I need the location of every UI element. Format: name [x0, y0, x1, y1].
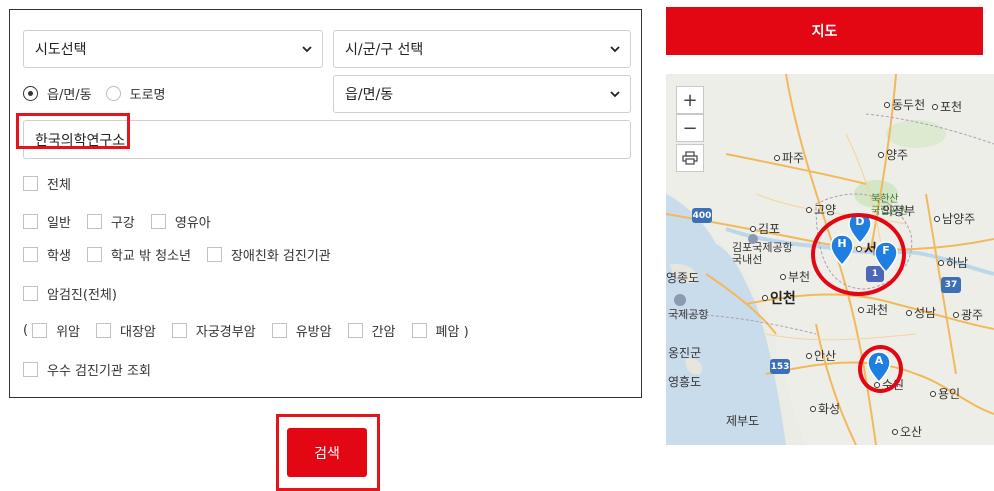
chevron-down-icon — [610, 44, 620, 54]
place-hanam: 하남 — [938, 254, 968, 271]
cervical-cancer-label: 자궁경부암 — [195, 325, 256, 340]
radio-road[interactable] — [105, 86, 121, 101]
sigungu-select-value: 시/군/구 선택 — [345, 42, 424, 58]
place-yeongjongdo: 영종도 — [666, 271, 700, 285]
place-yongin: 용인 — [930, 385, 960, 402]
search-button[interactable]: 검색 — [287, 428, 367, 477]
radio-emd-label: 읍/면/동 — [47, 88, 92, 103]
cancer-all-checkbox-label: 암검진(전체) — [47, 288, 117, 303]
place-bucheon: 부천 — [780, 268, 810, 285]
place-paju: 파주 — [774, 149, 804, 166]
breast-cancer-label: 유방암 — [295, 325, 332, 340]
search-input[interactable] — [35, 131, 630, 148]
marker-a-highlight — [858, 345, 903, 393]
place-gwacheon: 과천 — [858, 301, 888, 318]
place-domestic: 국내선 — [732, 253, 763, 266]
marker-cluster-highlight — [811, 213, 906, 296]
place-pocheon: 포천 — [932, 98, 962, 115]
student-checkbox[interactable] — [23, 247, 38, 262]
lung-cancer-checkbox[interactable] — [411, 323, 427, 338]
place-seongnam: 성남 — [906, 304, 936, 321]
checkbox-row-excellent: 우수 검진기관 조회 — [23, 360, 167, 379]
breast-cancer-checkbox[interactable] — [271, 323, 287, 338]
excellent-checkbox-label: 우수 검진기관 조회 — [47, 364, 151, 379]
map-view[interactable]: 동두천 포천 파주 양주 북한산 국립공원 고양 의정부 남양주 김포 김포국제… — [666, 74, 994, 445]
disability-checkbox[interactable] — [206, 247, 222, 262]
stomach-cancer-checkbox[interactable] — [32, 323, 48, 338]
place-airport: 국제공항 — [668, 308, 709, 321]
all-checkbox[interactable] — [23, 176, 38, 191]
lung-cancer-label: 폐암 ) — [435, 325, 469, 340]
oral-checkbox[interactable] — [86, 214, 102, 229]
general-checkbox-label: 일반 — [47, 216, 71, 231]
place-yeongheungdo: 영흥도 — [668, 375, 702, 389]
printer-icon — [682, 151, 698, 165]
checkbox-row-all: 전체 — [23, 174, 87, 193]
address-type-radio-group: 읍/면/동 도로명 — [23, 84, 180, 103]
place-yangju: 양주 — [878, 146, 908, 163]
cervical-cancer-checkbox[interactable] — [171, 323, 187, 338]
place-gwangju: 광주 — [953, 306, 983, 323]
liver-cancer-checkbox[interactable] — [347, 323, 363, 338]
outofschool-checkbox[interactable] — [86, 247, 102, 262]
place-goyang: 고양 — [806, 201, 836, 218]
sido-select[interactable]: 시도선택 — [23, 30, 323, 68]
chevron-down-icon — [610, 89, 620, 99]
disability-checkbox-label: 장애친화 검진기관 — [230, 249, 331, 264]
place-dongducheon: 동두천 — [884, 96, 925, 113]
place-incheon: 인천 — [762, 288, 796, 308]
paren-open: ( — [23, 323, 29, 338]
student-checkbox-label: 학생 — [47, 249, 71, 264]
airport-icon — [748, 234, 758, 244]
checkbox-row-cancer-types: ( 위암 대장암 자궁경부암 유방암 간암 폐암 ) — [23, 321, 485, 340]
sigungu-select[interactable]: 시/군/구 선택 — [333, 30, 631, 68]
radio-road-label: 도로명 — [129, 88, 166, 103]
infant-checkbox[interactable] — [150, 214, 166, 229]
checkbox-row-student: 학생 학교 밖 청소년 장애친화 검진기관 — [23, 245, 347, 264]
place-namyangju: 남양주 — [934, 210, 975, 227]
all-checkbox-label: 전체 — [47, 178, 71, 193]
colon-cancer-label: 대장암 — [120, 325, 156, 340]
sido-select-value: 시도선택 — [35, 42, 87, 58]
checkbox-row-general: 일반 구강 영유아 — [23, 212, 227, 231]
search-form-panel: 시도선택 시/군/구 선택 읍/면/동 도로명 읍/면/동 전체 일반 구강 영 — [9, 9, 642, 398]
place-ongjin: 옹진군 — [668, 346, 702, 360]
infant-checkbox-label: 영유아 — [174, 216, 211, 231]
airport-icon — [674, 294, 686, 306]
place-jebudo: 제부도 — [726, 414, 760, 428]
place-ansan: 안산 — [806, 347, 836, 364]
liver-cancer-label: 간암 — [371, 325, 396, 340]
route-400-shield: 400 — [692, 208, 712, 223]
place-osan: 오산 — [892, 423, 922, 440]
chevron-down-icon — [302, 44, 312, 54]
stomach-cancer-label: 위암 — [56, 325, 80, 340]
route-37-shield: 37 — [941, 277, 961, 293]
place-uijeongbu: 의정부 — [882, 204, 916, 218]
general-checkbox[interactable] — [23, 214, 38, 229]
radio-emd[interactable] — [23, 86, 38, 101]
outofschool-checkbox-label: 학교 밖 청소년 — [110, 249, 191, 264]
checkbox-row-cancer-all: 암검진(전체) — [23, 284, 133, 303]
cancer-all-checkbox[interactable] — [23, 286, 38, 301]
search-input-box — [23, 120, 631, 159]
oral-checkbox-label: 구강 — [110, 216, 135, 231]
colon-cancer-checkbox[interactable] — [96, 323, 111, 338]
place-hwaseong: 화성 — [810, 400, 840, 417]
zoom-out-button[interactable]: − — [676, 114, 704, 142]
map-header: 지도 — [666, 7, 983, 55]
print-button[interactable] — [676, 144, 704, 172]
emd-select[interactable]: 읍/면/동 — [333, 75, 631, 113]
emd-select-value: 읍/면/동 — [345, 87, 394, 103]
route-153-shield: 153 — [770, 359, 790, 374]
zoom-in-button[interactable]: + — [676, 86, 704, 114]
excellent-checkbox[interactable] — [23, 362, 38, 377]
